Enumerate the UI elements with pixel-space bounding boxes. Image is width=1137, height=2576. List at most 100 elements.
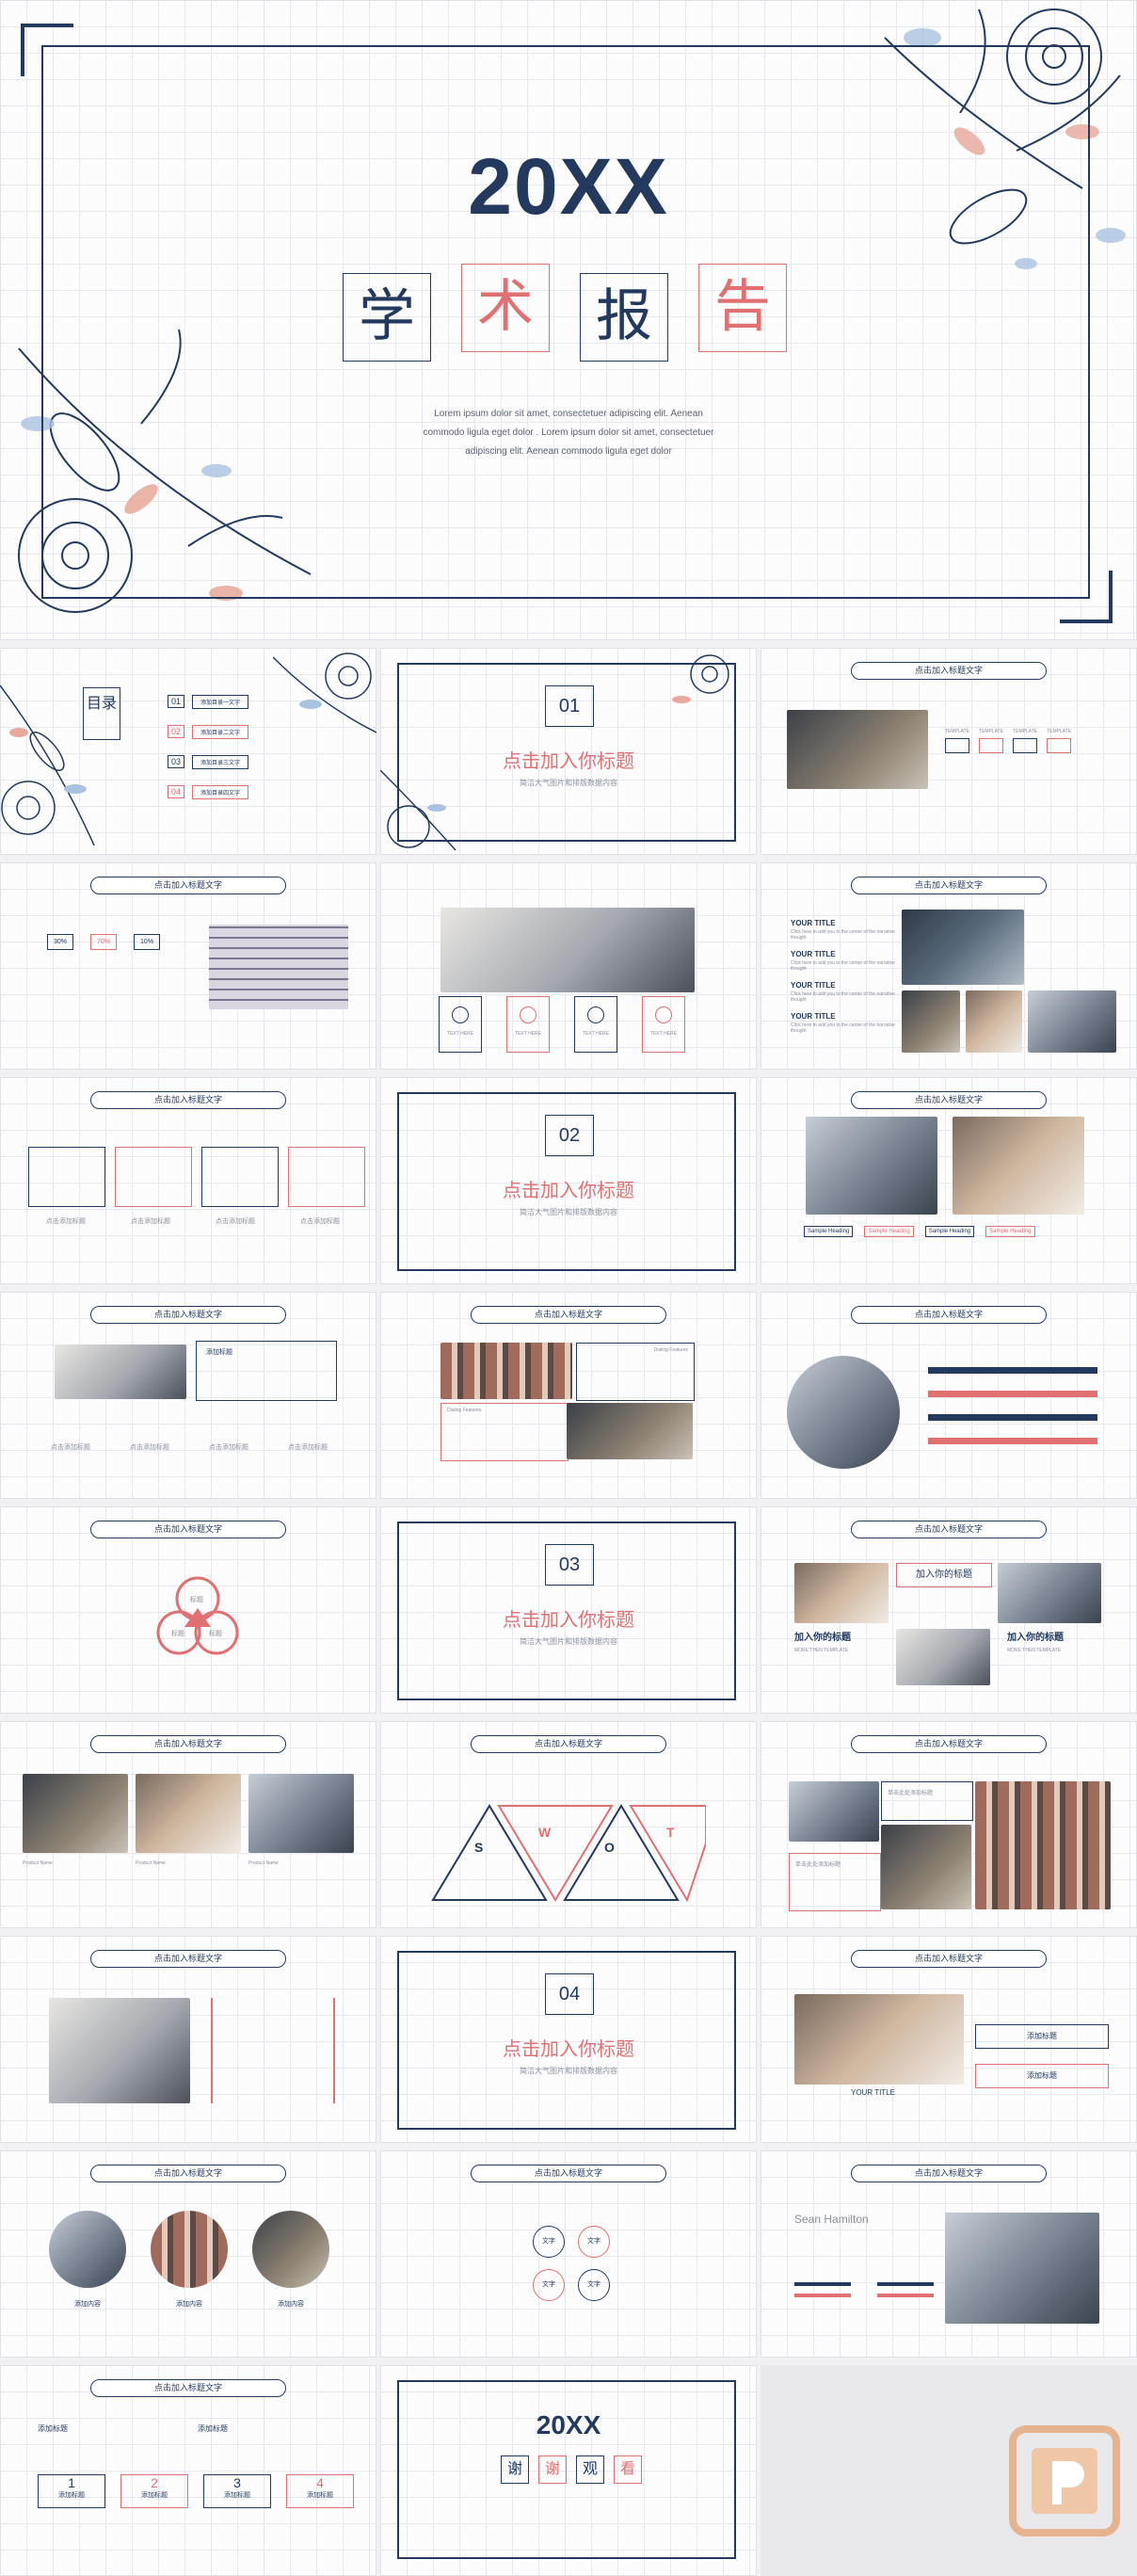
floral-decoration	[672, 654, 729, 703]
feature-box: Dialing Features	[576, 1343, 695, 1401]
title-desc: Click here to add you to the center of t…	[791, 991, 895, 1003]
section-number: 03	[545, 1544, 594, 1586]
title-char: 报	[596, 283, 652, 349]
step-label: 添加标题	[141, 2492, 168, 2499]
ending-char: 观	[576, 2455, 604, 2484]
toc-item[interactable]: 03 添加目录三文字	[168, 753, 290, 770]
photo	[1028, 990, 1116, 1053]
photo	[248, 1774, 354, 1853]
slide-title: 点击加入标题文字	[851, 1091, 1047, 1109]
template-row: TEMPLATE TEMPLATE TEMPLATE TEMPLATE	[945, 729, 1071, 757]
toc-item[interactable]: 01 添加目录一文字	[168, 693, 290, 710]
slide-click-title: 点击加入标题文字 单击此处添加标题 单击此处添加标题	[761, 1721, 1137, 1928]
template-label: TEMPLATE	[1047, 729, 1072, 734]
info-box-title: 添加标题	[206, 1349, 232, 1356]
toc-label: 添加目录一文字	[192, 694, 249, 709]
icon-card: TEXT HERE	[506, 996, 550, 1053]
photo	[953, 1117, 1084, 1215]
text-circle: 文字	[578, 2269, 610, 2301]
photo	[902, 910, 1024, 985]
photo-title: YOUR TITLE	[851, 2088, 895, 2097]
title-desc: Click here to add you to the center of t…	[791, 1022, 895, 1034]
title-char-box: 报	[580, 273, 668, 362]
content-box	[115, 1147, 192, 1207]
progress-bar	[928, 1367, 1097, 1374]
slide-title: 点击加入标题文字	[90, 1735, 286, 1753]
box-label: 点击添加标题	[216, 1218, 255, 1225]
product-name: Product Name	[23, 1860, 53, 1866]
feature-title: Dialing Features	[447, 1408, 482, 1413]
swot-letter: T	[666, 1825, 675, 1840]
toc-item[interactable]: 04 添加目录四文字	[168, 783, 290, 800]
item-label: 点击添加标题	[288, 1444, 328, 1451]
icon-label: TEXT HERE	[447, 1031, 473, 1037]
slide-icons-text: TEXT HERE TEXT HERE TEXT HERE TEXT HERE	[380, 862, 757, 1070]
step-box: 1 添加标题	[38, 2474, 105, 2508]
percent-row: 30% 70% 10%	[47, 934, 161, 950]
section-title: 点击加入你标题	[503, 1610, 634, 1631]
toc-num: 04	[168, 785, 185, 798]
product-name: Product Name	[248, 1860, 279, 1866]
slide-four-boxes: 点击加入标题文字 点击添加标题 点击添加标题 点击添加标题 点击添加标题	[0, 1077, 376, 1284]
swot-letter: O	[604, 1840, 615, 1855]
slide-template-icons: 点击加入标题文字 TEMPLATE TEMPLATE TEMPLATE TEMP…	[761, 648, 1137, 855]
slide-title: 点击加入标题文字	[90, 1306, 286, 1324]
profile-bar	[794, 2294, 851, 2297]
label-box: 单击此处添加标题	[881, 1781, 973, 1821]
profile-name: Sean Hamilton	[794, 2213, 869, 2226]
box-title: 加入你的标题	[794, 1633, 851, 1643]
toc-slide: 目录 01 添加目录一文字 02 添加目录二文字 03 添加目录三文字 04 添加目录四…	[0, 648, 376, 855]
icon-label: TEXT HERE	[515, 1031, 541, 1037]
add-box-label: 添加标题	[1027, 2071, 1057, 2080]
ending-year: 20XX	[536, 2410, 601, 2439]
ending-slide: 20XX 谢 谢 观 看	[380, 2365, 757, 2576]
ending-char: 谢	[501, 2455, 529, 2484]
step-label: 添加标题	[224, 2492, 250, 2499]
item-label: 点击添加标题	[209, 1444, 248, 1451]
step-row: 1 添加标题 2 添加标题 3 添加标题 4 添加标题	[38, 2474, 354, 2508]
photo	[789, 1781, 879, 1842]
photo	[896, 1629, 990, 1685]
section-title: 点击加入你标题	[503, 1181, 634, 1201]
body-line: commodo ligula eget dolor . Lorem ipsum …	[423, 427, 714, 438]
photo	[794, 1563, 889, 1623]
cover-title: 学 术 报 告	[335, 264, 806, 362]
icon-card: TEXT HERE	[574, 996, 617, 1053]
your-title: YOUR TITLE	[791, 919, 836, 927]
feature-box: Dialing Features	[440, 1403, 568, 1461]
step-heading: 添加标题	[198, 2424, 228, 2433]
circle-text: 文字	[542, 2238, 555, 2245]
coin-icon	[452, 1006, 469, 1023]
add-box: 添加标题	[975, 2024, 1109, 2049]
template-label: TEMPLATE	[945, 729, 970, 734]
photo	[794, 1994, 964, 2085]
item-label: 点击添加标题	[51, 1444, 90, 1451]
empty-area	[761, 2365, 1137, 2576]
slide-photo-textbox: 点击加入标题文字 添加标题 点击添加标题 点击添加标题 点击添加标题 点击添加标…	[0, 1292, 376, 1499]
label-row: 点击添加标题 点击添加标题 点击添加标题 点击添加标题	[38, 1442, 341, 1452]
slide-products: 点击加入标题文字 Product Name Product Name Produ…	[0, 1721, 376, 1928]
photo-circle	[252, 2211, 329, 2288]
step-number: 1	[68, 2475, 75, 2490]
step-box: 4 添加标题	[286, 2474, 354, 2508]
template-label: TEMPLATE	[979, 729, 1004, 734]
slide-three-circles: 点击加入标题文字 添加内容 添加内容 添加内容	[0, 2150, 376, 2358]
progress-bar	[928, 1391, 1097, 1397]
profile-bar	[794, 2282, 851, 2286]
info-box: 添加标题	[196, 1341, 337, 1401]
slide-progress: 点击加入标题文字	[761, 1292, 1137, 1499]
slide-add-title: 点击加入标题文字 加入你的标题 加入你的标题 MORE THEN TEMPLAT…	[761, 1506, 1137, 1714]
photo	[966, 990, 1022, 1053]
your-title: YOUR TITLE	[791, 950, 836, 958]
photo	[440, 908, 695, 992]
bird-icon	[587, 1006, 604, 1023]
title-list: YOUR TITLE Click here to add you to the c…	[791, 919, 904, 1034]
icon-card: TEXT HERE	[439, 996, 482, 1053]
icon-label: TEXT HERE	[583, 1031, 609, 1037]
section-subtitle: 简洁大气图片和排版数据内容	[520, 1637, 617, 1646]
swot-diagram	[431, 1804, 706, 1903]
toc-item[interactable]: 02 添加目录二文字	[168, 723, 290, 740]
box-label: 单击此处添加标题	[888, 1791, 934, 1796]
logo-watermark-icon	[1009, 2425, 1120, 2536]
text-panel	[211, 1998, 335, 2103]
